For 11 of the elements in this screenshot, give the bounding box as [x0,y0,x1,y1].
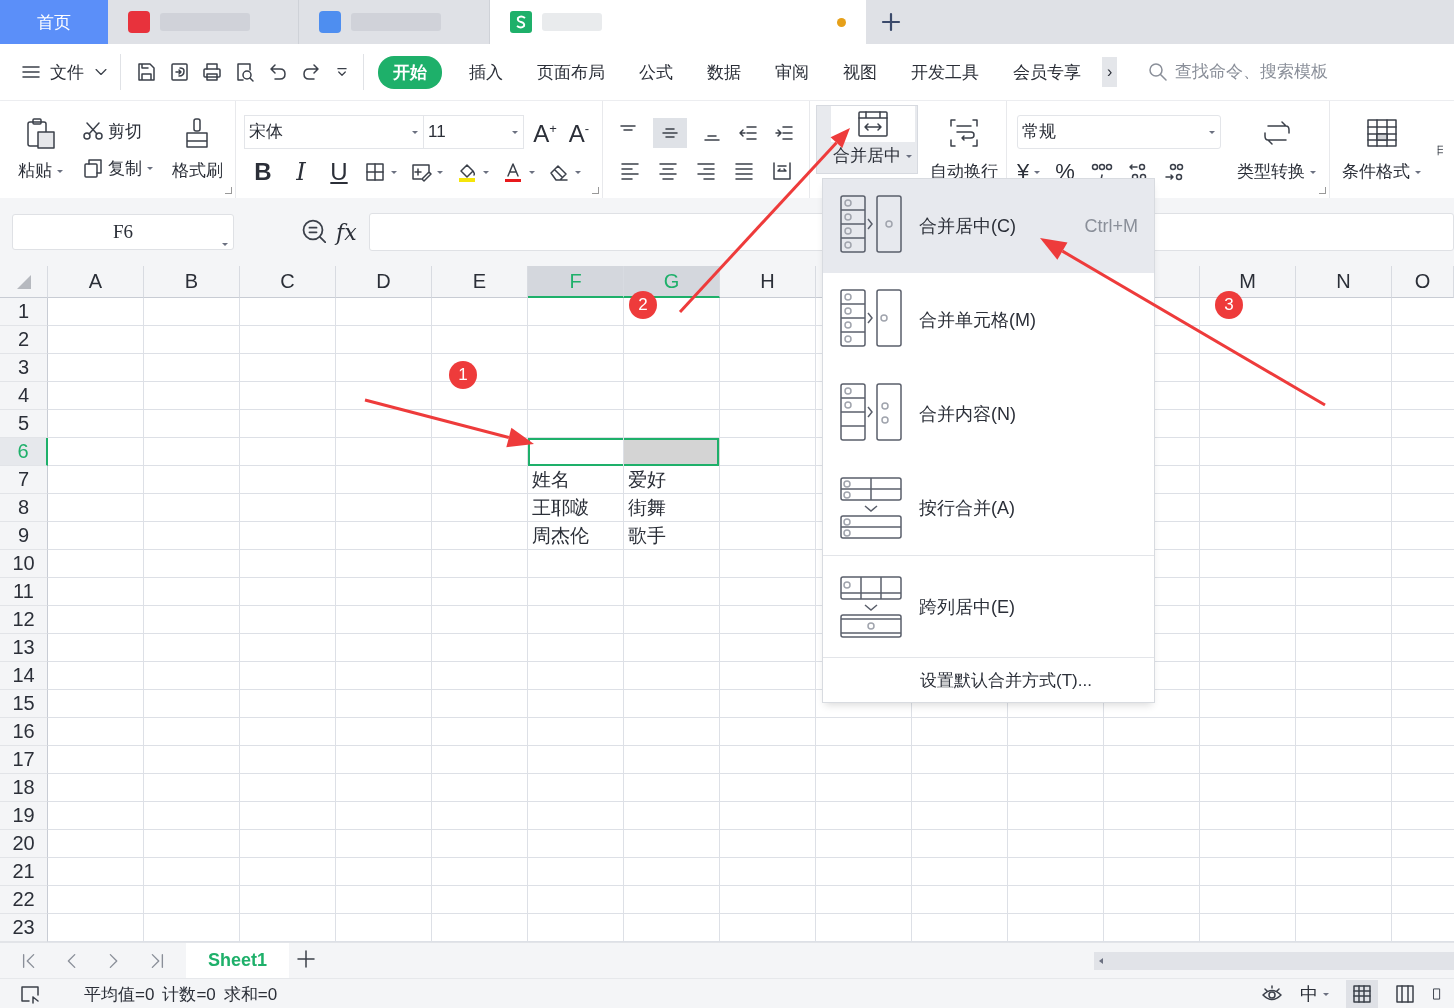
status-text: 求和=0 [223,983,278,1006]
table-cell-text: 周杰伦 [531,524,590,548]
status-text: 计数=0 [162,983,216,1006]
table-cell-text: 王耶啵 [531,496,590,520]
table-cell-text: 歌手 [627,524,667,548]
table-cell-text: 街舞 [627,496,667,520]
file-label: 文件 [50,61,84,84]
shortcut-text: Ctrl+M [1084,215,1138,237]
status-text: 平均值=0 [84,983,155,1006]
table-cell-text: 爱好 [627,468,667,492]
table-cell-text: 姓名 [531,468,571,492]
